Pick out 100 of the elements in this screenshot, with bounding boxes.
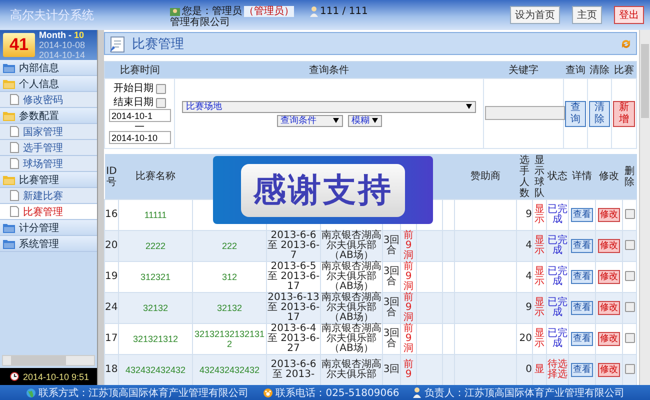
table-cell: 显示 <box>532 292 546 324</box>
table-cell: 2013-6-5 至 2013-6-17 <box>267 261 320 292</box>
vertical-scrollbar[interactable] <box>639 30 650 385</box>
document-icon <box>10 126 19 137</box>
menu-item[interactable]: 修改密码 <box>0 92 97 108</box>
checkbox[interactable] <box>624 270 634 280</box>
table-cell: 19 <box>104 262 118 292</box>
table-cell: 222 <box>222 241 238 251</box>
table-cell: 南京银杏湖高尔夫俱乐部 <box>322 359 382 380</box>
checkbox[interactable] <box>156 98 166 108</box>
checkbox[interactable] <box>624 240 634 250</box>
match-select[interactable]: 模糊 <box>348 114 382 126</box>
table-cell: 前9 <box>404 359 414 380</box>
menu-item[interactable]: 新建比赛 <box>0 188 97 204</box>
header-button[interactable]: 设为首页 <box>510 6 560 24</box>
checkbox[interactable] <box>156 84 166 94</box>
document-icon <box>10 206 19 217</box>
view-button[interactable]: 查看 <box>571 208 593 222</box>
table-cell: 3回合 <box>383 235 400 256</box>
refresh-icon[interactable] <box>620 38 632 50</box>
caret-icon <box>372 118 378 123</box>
table-cell: 南京银杏湖高尔夫俱乐部（AB场） <box>322 323 382 354</box>
splitter-handle[interactable] <box>97 30 104 385</box>
table-cell: 16 <box>104 200 118 230</box>
table-cell: 前9洞 <box>404 292 414 323</box>
menu-item[interactable]: 国家管理 <box>0 124 97 140</box>
checkbox[interactable] <box>624 302 634 312</box>
table-cell: 前9洞 <box>404 323 414 354</box>
date-separator: — <box>134 122 146 131</box>
month-label: Month - 10 <box>39 30 86 40</box>
folder-icon <box>3 110 15 120</box>
checkbox[interactable] <box>624 332 634 342</box>
online-counter: 111 / 111 <box>320 6 368 17</box>
footer-text: 负责人：江苏顶高国际体育产业管理有限公司 <box>424 386 624 400</box>
menu-group[interactable]: 比赛管理 <box>0 172 97 188</box>
table-cell: 前9洞 <box>404 230 414 261</box>
folder-icon <box>3 78 15 88</box>
status-cell: 待选择选 <box>546 354 568 385</box>
table-cell: 432432432432 <box>118 354 192 385</box>
view-button[interactable]: 查看 <box>571 363 593 377</box>
date-field[interactable]: 2014-10-1 <box>108 109 170 122</box>
menu-group[interactable]: 个人信息 <box>0 76 97 92</box>
clock-icon <box>10 372 19 381</box>
search-button[interactable]: 查询 <box>565 100 586 126</box>
menu-group[interactable]: 内部信息 <box>0 60 97 76</box>
condition-select[interactable]: 查询条件 <box>276 114 342 126</box>
folder-icon <box>3 238 15 248</box>
menu-item[interactable]: 球场管理 <box>0 156 97 172</box>
view-button[interactable]: 查看 <box>571 270 593 284</box>
search-button[interactable]: 新增 <box>613 100 635 126</box>
view-button[interactable]: 查看 <box>571 239 593 253</box>
menu-group[interactable]: 计分管理 <box>0 220 97 236</box>
checkbox[interactable] <box>624 208 634 218</box>
footer-text: 联系电话：025-51809066 <box>276 386 400 400</box>
folder-icon <box>3 222 15 232</box>
table-cell: 2222 <box>118 230 192 262</box>
search-button[interactable]: 清除 <box>589 100 610 126</box>
header-button[interactable]: 登出 <box>614 6 644 24</box>
clock-time: 2014-10-10 9:51 <box>23 372 90 382</box>
column-header: 删除 <box>622 154 636 200</box>
header-button[interactable]: 主页 <box>572 6 602 24</box>
folder-icon <box>3 174 15 184</box>
edit-button[interactable]: 修改 <box>598 301 620 315</box>
table-cell: 显示 <box>532 230 546 262</box>
table-cell: 17 <box>104 324 118 354</box>
column-header: 赞助商 <box>454 154 516 200</box>
edit-button[interactable]: 修改 <box>598 239 620 253</box>
table-cell: 312 <box>222 272 238 282</box>
view-button[interactable]: 查看 <box>571 301 593 315</box>
table-cell: 2013-6-6 至 2013-6-7 <box>267 230 320 261</box>
column-header: 清除 <box>588 62 612 78</box>
person-icon <box>310 6 318 17</box>
table-cell: 南京银杏湖高尔夫俱乐部（AB场） <box>322 230 382 261</box>
footer-text: 联系方式：江苏顶高国际体育产业管理有限公司 <box>38 386 249 400</box>
column-header: 详情 <box>568 154 596 200</box>
document-icon <box>10 190 19 201</box>
menu-item[interactable]: 选手管理 <box>0 140 97 156</box>
view-button[interactable]: 查看 <box>571 332 593 346</box>
table-cell: 3回 <box>383 364 400 375</box>
edit-button[interactable]: 修改 <box>598 270 620 284</box>
week-start-date: 2014-10-08 <box>39 40 86 50</box>
user-icon <box>170 6 180 16</box>
table-cell: 3回合 <box>383 297 400 318</box>
table-cell: 显 <box>532 354 546 385</box>
keyword-field[interactable] <box>485 106 565 120</box>
menu-item[interactable]: 比赛管理 <box>0 204 97 220</box>
horizontal-scrollbar[interactable] <box>2 355 95 366</box>
table-cell: 南京银杏湖高尔夫俱乐部（AB场） <box>322 292 382 323</box>
table-cell: 2013-6-4 至 2013-6-27 <box>267 323 320 354</box>
menu-group[interactable]: 参数配置 <box>0 108 97 124</box>
globe-icon <box>26 388 36 398</box>
date-field[interactable]: 2014-10-10 <box>108 131 170 144</box>
table-cell: 9 <box>516 292 532 324</box>
edit-button[interactable]: 修改 <box>598 208 620 222</box>
menu-group[interactable]: 系统管理 <box>0 236 97 252</box>
edit-button[interactable]: 修改 <box>598 332 620 346</box>
column-header: 修改 <box>596 154 622 200</box>
edit-button[interactable]: 修改 <box>598 363 620 377</box>
checkbox[interactable] <box>624 364 634 374</box>
venue-select[interactable]: 比赛场地 <box>182 100 476 112</box>
